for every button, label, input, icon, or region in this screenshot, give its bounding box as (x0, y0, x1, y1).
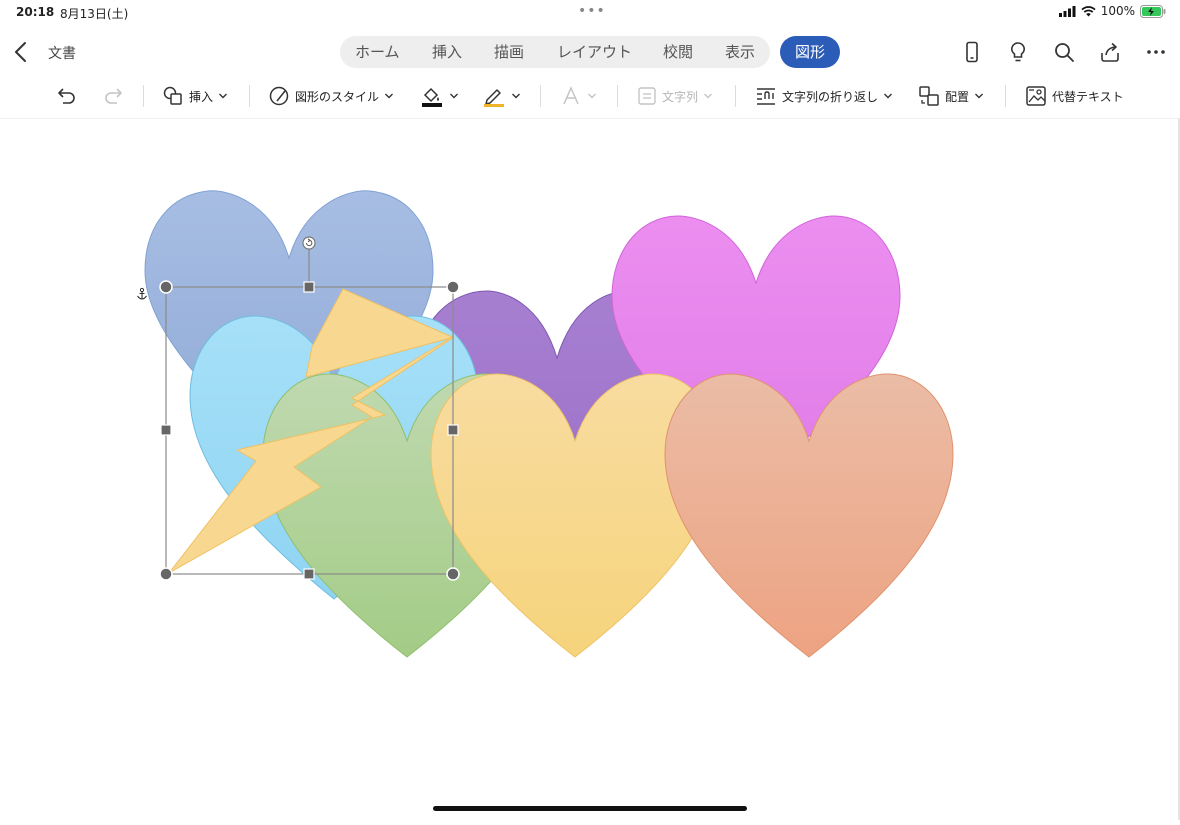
arrange-button[interactable]: 配置 (918, 76, 984, 116)
resize-handle-top-right[interactable] (446, 280, 460, 294)
toolbar-separator (735, 85, 736, 107)
battery-charging-icon (1140, 4, 1166, 18)
resize-handle-bottom-right[interactable] (446, 567, 460, 581)
document-canvas[interactable] (0, 118, 1180, 821)
tab-layout[interactable]: レイアウト (557, 36, 632, 68)
undo-icon (58, 88, 75, 104)
back-chevron-icon[interactable] (10, 40, 34, 64)
cellular-signal-icon (1058, 5, 1076, 17)
chevron-down-icon (385, 93, 394, 99)
resize-handle-top[interactable] (303, 281, 315, 293)
top-navigation: 文書 ホーム 挿入 描画 レイアウト 校閲 表示 図形 (0, 32, 1180, 72)
insert-shape-button[interactable]: 挿入 (162, 76, 228, 116)
arrange-icon (919, 86, 939, 106)
search-icon[interactable] (1052, 40, 1076, 64)
toolbar-separator (143, 85, 144, 107)
text-effect-icon (563, 86, 579, 105)
chevron-down-icon (219, 93, 228, 99)
shapes-canvas (137, 190, 954, 658)
alt-text-icon (1026, 86, 1046, 106)
tab-home[interactable]: ホーム (355, 36, 400, 68)
shapes-icon (163, 86, 182, 105)
shape-styles-label: 図形のスタイル (295, 89, 380, 104)
insert-shape-label: 挿入 (189, 89, 214, 104)
status-time: 20:18 (16, 5, 55, 19)
battery-percent: 100% (1100, 4, 1135, 18)
text-direction-button[interactable]: 文字列 (637, 76, 713, 116)
resize-handle-left[interactable] (160, 424, 172, 436)
share-icon[interactable] (1098, 40, 1122, 64)
shape-outline-button[interactable] (482, 76, 521, 116)
anchor-icon (137, 287, 147, 300)
shape-ribbon-toolbar: 挿入 図形のスタイル 文字列 文字列の折り返し 配置 代替テキスト (0, 76, 1180, 116)
arrange-label: 配置 (945, 89, 970, 104)
wrap-text-icon (757, 88, 775, 105)
shape-styles-button[interactable]: 図形のスタイル (268, 76, 394, 116)
wifi-icon (1081, 5, 1096, 16)
shape-style-icon (269, 86, 289, 106)
ribbon-tabs: ホーム 挿入 描画 レイアウト 校閲 表示 (340, 36, 770, 68)
rotation-handle[interactable] (302, 236, 316, 250)
more-options-icon[interactable] (1144, 40, 1168, 64)
tab-insert[interactable]: 挿入 (432, 36, 462, 68)
status-bar: 20:18 8月13日(土) ••• 100% (0, 0, 1180, 24)
redo-button[interactable] (102, 76, 124, 116)
tab-shape[interactable]: 図形 (780, 36, 840, 68)
chevron-down-icon (512, 93, 520, 99)
tab-review[interactable]: 校閲 (663, 36, 693, 68)
phone-view-icon[interactable] (960, 40, 984, 64)
home-indicator[interactable] (433, 806, 747, 811)
redo-icon (105, 88, 122, 104)
tab-view[interactable]: 表示 (725, 36, 755, 68)
text-box-icon (638, 87, 656, 105)
shape-fill-button[interactable] (420, 76, 459, 116)
document-title[interactable]: 文書 (48, 43, 76, 63)
toolbar-separator (249, 85, 250, 107)
resize-handle-right[interactable] (447, 424, 459, 436)
wrap-text-label: 文字列の折り返し (782, 89, 879, 104)
chevron-down-icon (450, 93, 458, 99)
lightbulb-icon[interactable] (1006, 40, 1030, 64)
alt-text-button[interactable]: 代替テキスト (1025, 76, 1124, 116)
pen-outline-icon (484, 89, 504, 107)
alt-text-label: 代替テキスト (1052, 89, 1124, 104)
paint-bucket-icon (422, 87, 442, 107)
toolbar-separator (540, 85, 541, 107)
status-indicators: 100% (1058, 4, 1166, 18)
chevron-down-icon (975, 93, 984, 99)
text-effects-button[interactable] (560, 76, 597, 116)
chevron-down-icon (884, 93, 893, 99)
undo-button[interactable] (56, 76, 78, 116)
wrap-text-button[interactable]: 文字列の折り返し (755, 76, 893, 116)
resize-handle-top-left[interactable] (159, 280, 173, 294)
resize-handle-bottom[interactable] (303, 568, 315, 580)
resize-handle-bottom-left[interactable] (159, 567, 173, 581)
text-direction-label: 文字列 (662, 89, 699, 104)
multitasking-dots-icon[interactable]: ••• (578, 3, 606, 19)
status-date: 8月13日(土) (60, 7, 129, 21)
chevron-down-icon (704, 93, 713, 99)
tab-draw[interactable]: 描画 (494, 36, 524, 68)
toolbar-separator (1005, 85, 1006, 107)
toolbar-separator (617, 85, 618, 107)
chevron-down-icon (588, 93, 596, 99)
